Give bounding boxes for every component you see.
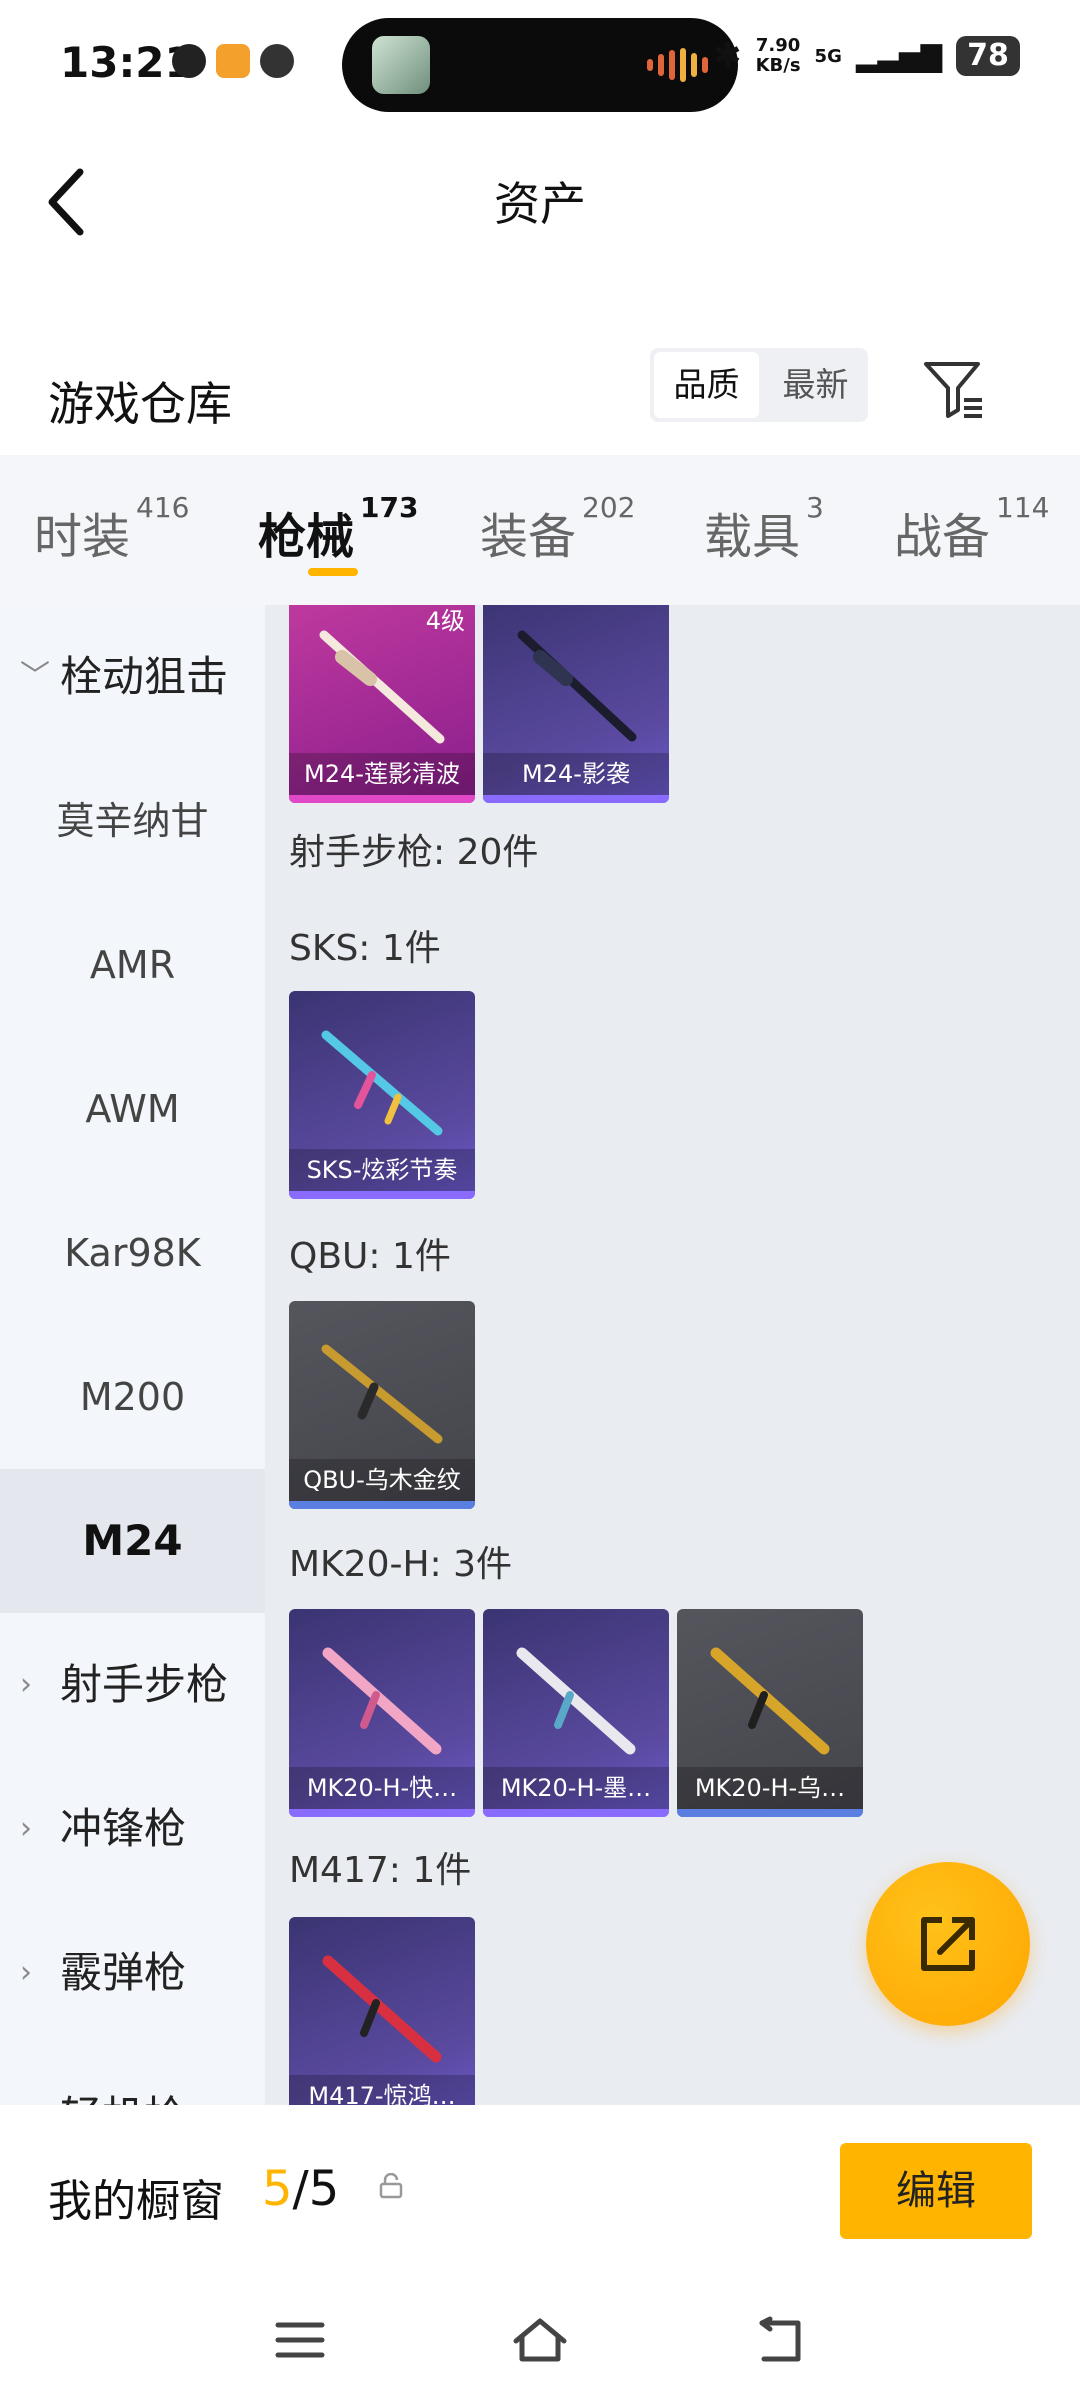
tab-equipment[interactable]: 装备202 bbox=[480, 491, 635, 567]
filter-button[interactable] bbox=[920, 356, 986, 422]
sidebar-group-smg[interactable]: › 冲锋枪 bbox=[0, 1757, 265, 1901]
chevron-down-icon: ﹀ bbox=[20, 659, 50, 694]
category-tabs: 时装416 枪械173 装备202 载具3 战备114 bbox=[0, 455, 1080, 605]
sidebar-item-mosin[interactable]: 莫辛纳甘 bbox=[0, 749, 265, 893]
sidebar-group-shotgun[interactable]: › 霰弹枪 bbox=[0, 1901, 265, 2045]
warehouse-row: 游戏仓库 品质 最新 bbox=[0, 340, 1080, 460]
bluetooth-icon: ✱ bbox=[713, 36, 742, 76]
weapon-card[interactable]: M24-影袭 bbox=[483, 605, 669, 803]
weapon-card[interactable]: MK20-H-墨… bbox=[483, 1609, 669, 1817]
filter-icon bbox=[924, 362, 982, 418]
chevron-right-icon: › bbox=[20, 1667, 32, 1702]
weapon-name: MK20-H-乌… bbox=[677, 1767, 863, 1809]
weapon-group-title: MK20-H: 3件 bbox=[289, 1544, 513, 1585]
quality-strip bbox=[289, 1809, 475, 1817]
status-right: ✱ 7.90 KB/s 5G ▂▃▅▇ 78 bbox=[713, 36, 1020, 76]
page-header: 资产 bbox=[0, 140, 1080, 260]
tab-vehicles[interactable]: 载具3 bbox=[704, 491, 824, 567]
weapon-card[interactable]: SKS-炫彩节奏 bbox=[289, 991, 475, 1199]
sort-newest-button[interactable]: 最新 bbox=[763, 348, 868, 422]
rifle-icon bbox=[322, 1955, 442, 2063]
rifle-icon bbox=[321, 1344, 443, 1444]
sidebar-item-kar98k[interactable]: Kar98K bbox=[0, 1181, 265, 1325]
quality-strip bbox=[289, 1191, 475, 1199]
home-icon[interactable] bbox=[510, 2315, 570, 2365]
weapon-name: MK20-H-墨… bbox=[483, 1767, 669, 1809]
return-icon[interactable] bbox=[750, 2315, 810, 2365]
sidebar-item-amr[interactable]: AMR bbox=[0, 893, 265, 1037]
weapon-name: M24-莲影清波 bbox=[289, 753, 475, 795]
audio-wave-icon bbox=[647, 48, 708, 82]
showcase-label: 我的橱窗 bbox=[48, 2176, 224, 2227]
quality-strip bbox=[289, 1501, 475, 1509]
dynamic-island[interactable] bbox=[342, 18, 738, 112]
page-title: 资产 bbox=[494, 177, 586, 231]
active-tab-indicator bbox=[308, 568, 358, 576]
weapon-name: SKS-炫彩节奏 bbox=[289, 1149, 475, 1191]
sidebar-item-awm[interactable]: AWM bbox=[0, 1037, 265, 1181]
rifle-icon bbox=[321, 1030, 443, 1136]
network-type: 5G bbox=[814, 45, 842, 67]
weapon-card[interactable]: 4级 M24-莲影清波 bbox=[289, 605, 475, 803]
sidebar-item-m200[interactable]: M200 bbox=[0, 1325, 265, 1469]
rifle-icon bbox=[322, 1647, 442, 1755]
sniper-rifle-icon bbox=[517, 630, 637, 742]
rifle-icon bbox=[710, 1647, 830, 1755]
quality-strip bbox=[483, 1809, 669, 1817]
section-title: 射手步枪: 20件 bbox=[289, 832, 539, 873]
showcase-count: 5/5 bbox=[262, 2161, 340, 2217]
game-notification-icon bbox=[216, 44, 250, 78]
weapon-group-title: QBU: 1件 bbox=[289, 1236, 451, 1277]
weapon-name: M417-惊鸿… bbox=[289, 2075, 475, 2105]
sidebar-group-bolt-sniper[interactable]: ﹀ 栓动狙击 bbox=[0, 605, 265, 749]
sniper-rifle-icon bbox=[319, 630, 445, 744]
chevron-right-icon: › bbox=[20, 1955, 32, 1990]
sidebar-group-marksman[interactable]: › 射手步枪 bbox=[0, 1613, 265, 1757]
weapon-category-sidebar: ﹀ 栓动狙击 莫辛纳甘 AMR AWM Kar98K M200 M24 › 射手步枪… bbox=[0, 605, 265, 2141]
weapon-card[interactable]: QBU-乌木金纹 bbox=[289, 1301, 475, 1509]
signal-icon: ▂▃▅▇ bbox=[855, 39, 942, 73]
quality-strip bbox=[289, 795, 475, 803]
weapon-group-title: SKS: 1件 bbox=[289, 928, 441, 969]
weapon-card[interactable]: M417-惊鸿… bbox=[289, 1917, 475, 2105]
tab-firearms[interactable]: 枪械173 bbox=[258, 491, 418, 567]
menu-icon[interactable] bbox=[270, 2315, 330, 2365]
warehouse-title: 游戏仓库 bbox=[48, 377, 232, 431]
battery-indicator: 78 bbox=[956, 36, 1020, 76]
sidebar-item-m24[interactable]: M24 bbox=[0, 1469, 265, 1613]
weapon-name: MK20-H-快… bbox=[289, 1767, 475, 1809]
wechat-icon bbox=[260, 44, 294, 78]
media-thumbnail bbox=[372, 36, 430, 94]
showcase-bar: 我的橱窗 5/5 编辑 bbox=[0, 2105, 1080, 2275]
sort-quality-button[interactable]: 品质 bbox=[654, 352, 759, 418]
weapon-group-title: M417: 1件 bbox=[289, 1850, 472, 1891]
weapon-card[interactable]: MK20-H-快… bbox=[289, 1609, 475, 1817]
weapon-name: QBU-乌木金纹 bbox=[289, 1459, 475, 1501]
weapon-name: M24-影袭 bbox=[483, 753, 669, 795]
quality-strip bbox=[677, 1809, 863, 1817]
lock-icon bbox=[379, 2173, 403, 2199]
rifle-icon bbox=[516, 1647, 636, 1755]
sort-toggle: 品质 最新 bbox=[650, 348, 868, 422]
status-bar: 13:21 ✱ 7.90 KB/s 5G ▂▃▅▇ 78 bbox=[0, 0, 1080, 130]
tab-fashion[interactable]: 时装416 bbox=[34, 491, 189, 567]
weapon-card[interactable]: MK20-H-乌… bbox=[677, 1609, 863, 1817]
net-speed: 7.90 KB/s bbox=[755, 35, 801, 76]
tab-supplies[interactable]: 战备114 bbox=[894, 491, 1049, 567]
system-nav-bar bbox=[0, 2275, 1080, 2400]
share-icon bbox=[921, 1917, 975, 1971]
app-notification-icon bbox=[172, 44, 206, 78]
quality-strip bbox=[483, 795, 669, 803]
edit-button[interactable]: 编辑 bbox=[840, 2143, 1032, 2239]
chevron-right-icon: › bbox=[20, 1811, 32, 1846]
share-button[interactable] bbox=[866, 1862, 1030, 2026]
